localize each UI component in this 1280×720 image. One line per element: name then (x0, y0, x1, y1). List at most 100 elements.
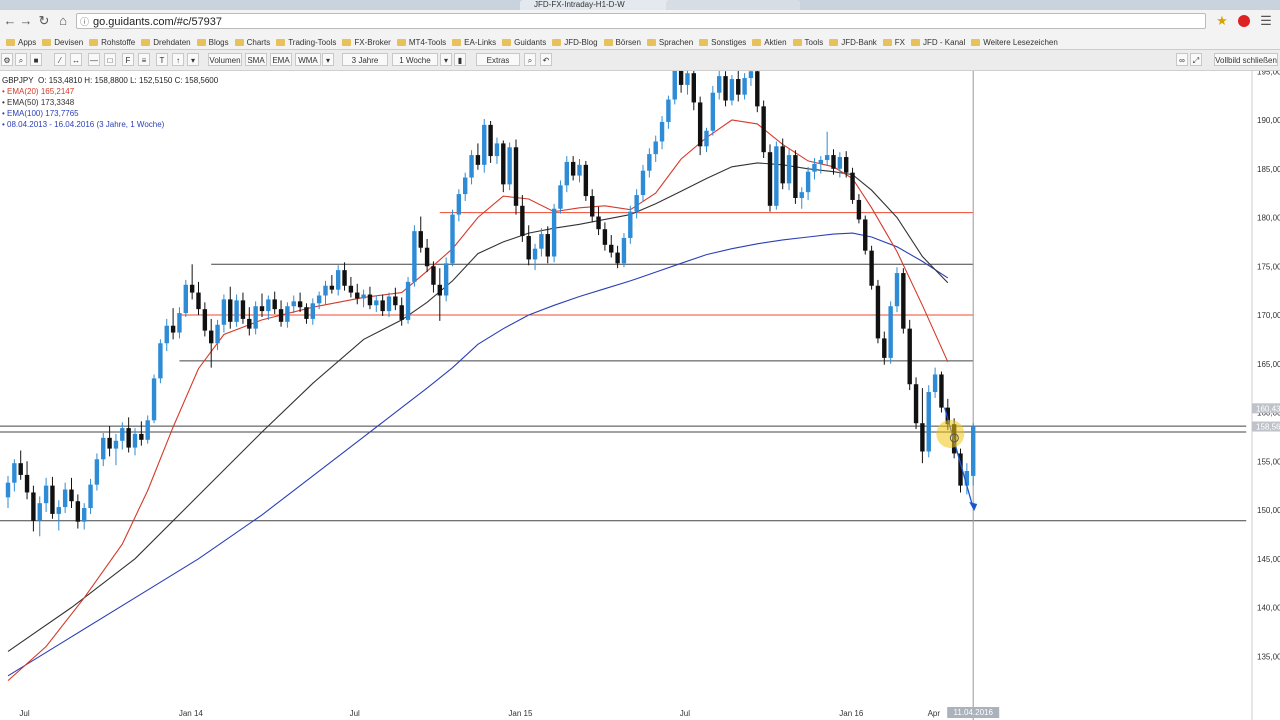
rectangle-tool-icon[interactable]: □ (104, 53, 116, 66)
bookmark-item[interactable]: Weitere Lesezeichen (971, 34, 1058, 49)
bookmark-item[interactable]: Trading-Tools (276, 34, 336, 49)
chevron-down-icon[interactable]: ▾ (322, 53, 334, 66)
candle-body (634, 195, 639, 212)
bookmark-item[interactable]: Rohstoffe (89, 34, 135, 49)
candle-body (18, 463, 23, 475)
candle-body (812, 163, 817, 172)
bookmark-item[interactable]: Drehdaten (141, 34, 191, 49)
browser-tab[interactable] (666, 0, 800, 10)
y-tick-label: 195,00 (1257, 71, 1280, 76)
candle-body (469, 155, 474, 178)
bookmark-label: Apps (18, 38, 37, 47)
candle-body (450, 214, 455, 264)
bookmark-item[interactable]: JFD-Bank (829, 34, 877, 49)
candle-body (393, 296, 398, 306)
save-icon[interactable]: ■ (30, 53, 42, 66)
candle-body (88, 484, 93, 509)
bookmark-star-icon[interactable]: ★ (1214, 13, 1230, 29)
bookmark-item[interactable]: Tools (792, 34, 824, 49)
marker-tool-icon[interactable]: ↑ (172, 53, 184, 66)
bookmark-item[interactable]: Aktien (752, 34, 787, 49)
fullscreen-icon[interactable]: ⤢ (1190, 53, 1202, 66)
candle-body (824, 155, 830, 160)
settings-icon[interactable]: ⚙ (1, 53, 13, 66)
candlestick-chart[interactable]: 135,00140,00145,00150,00155,00160,00165,… (0, 71, 1280, 720)
text-tool-icon[interactable]: T (156, 53, 168, 66)
wma-button[interactable]: WMA (295, 53, 321, 66)
folder-icon (234, 39, 244, 47)
ema-button[interactable]: EMA (270, 53, 292, 66)
legend-ema20: • EMA(20) 165,2147 (2, 87, 75, 96)
sma-button[interactable]: SMA (245, 53, 267, 66)
candle-type-icon[interactable]: ▮ (454, 53, 466, 66)
candle-body (120, 428, 125, 441)
bookmark-item[interactable]: Guidants (502, 34, 547, 49)
extras-button[interactable]: Extras (476, 53, 520, 66)
undo-icon[interactable]: ↶ (540, 53, 552, 66)
candle-body (570, 161, 576, 176)
exit-fullscreen-button[interactable]: Vollbild schließen (1214, 53, 1278, 66)
candle-body (253, 306, 258, 329)
bookmark-item[interactable]: JFD-Blog (552, 34, 598, 49)
candle-body (539, 234, 544, 249)
x-tick-label: Jul (350, 709, 360, 718)
candle-body (863, 219, 868, 251)
bookmark-item[interactable]: MT4-Tools (396, 34, 446, 49)
bookmark-item[interactable]: Charts (234, 34, 270, 49)
candle-body (926, 392, 931, 452)
chevron-down-icon[interactable]: ▾ (187, 53, 199, 66)
bookmark-item[interactable]: FX-Broker (342, 34, 391, 49)
candle-body (888, 306, 893, 358)
candle-body (75, 501, 81, 522)
back-arrow-icon[interactable]: ← (2, 13, 18, 29)
candle-body (291, 301, 296, 307)
forward-arrow-icon[interactable]: → (18, 13, 34, 29)
candle-body (431, 266, 436, 285)
range-select[interactable]: 3 Jahre (342, 53, 388, 66)
bookmark-item[interactable]: Blogs (196, 34, 229, 49)
link-icon[interactable]: ∞ (1176, 53, 1188, 66)
ray-tool-icon[interactable]: ↔ (70, 53, 82, 66)
home-icon[interactable]: ⌂ (55, 13, 71, 29)
extension-icon[interactable] (1236, 13, 1252, 29)
address-bar[interactable]: ⓘ go.guidants.com/#c/57937 (76, 13, 1206, 29)
menu-icon[interactable]: ☰ (1258, 13, 1274, 29)
candle-body (113, 440, 119, 449)
browser-tab-active[interactable]: JFD-FX-Intraday-H1-D-W (520, 0, 674, 10)
candle-body (37, 503, 42, 521)
candle-body (596, 216, 601, 230)
chart-area[interactable]: 135,00140,00145,00150,00155,00160,00165,… (0, 71, 1280, 720)
bookmark-label: EA-Links (464, 38, 497, 47)
candle-body (742, 78, 747, 95)
bookmark-label: Guidants (514, 38, 547, 47)
reload-icon[interactable]: ↻ (36, 13, 52, 29)
candle-body (278, 309, 284, 322)
bookmark-item[interactable]: JFD - Kanal (911, 34, 965, 49)
bookmark-item[interactable]: Börsen (603, 34, 641, 49)
bookmark-item[interactable]: FX (882, 34, 905, 49)
bookmark-item[interactable]: Sonstiges (699, 34, 746, 49)
date-cursor-label: 11.04.2016 (953, 708, 993, 717)
candle-body (82, 508, 87, 522)
channel-tool-icon[interactable]: ≡ (138, 53, 150, 66)
folder-icon (141, 39, 151, 47)
bookmark-label: Tools (804, 38, 824, 47)
fibonacci-tool-icon[interactable]: F (122, 53, 134, 66)
bookmark-item[interactable]: Apps (6, 34, 37, 49)
search-icon[interactable]: ⌕ (15, 53, 27, 66)
horizontal-line-tool-icon[interactable]: — (88, 53, 100, 66)
bookmark-item[interactable]: EA-Links (452, 34, 497, 49)
cursor-highlight-icon (936, 419, 965, 448)
chevron-down-icon[interactable]: ▾ (440, 53, 452, 66)
candle-body (590, 196, 595, 217)
candle-body (901, 273, 906, 329)
zoom-icon[interactable]: ⌕ (524, 53, 536, 66)
interval-select[interactable]: 1 Woche (392, 53, 438, 66)
bookmark-item[interactable]: Sprachen (646, 34, 693, 49)
trendline-tool-icon[interactable]: ⁄ (54, 53, 66, 66)
volume-button[interactable]: Volumen (208, 53, 242, 66)
bookmark-item[interactable]: Devisen (42, 34, 83, 49)
candle-body (672, 71, 677, 100)
candle-body (323, 285, 328, 296)
x-tick-label: Apr (928, 709, 941, 718)
